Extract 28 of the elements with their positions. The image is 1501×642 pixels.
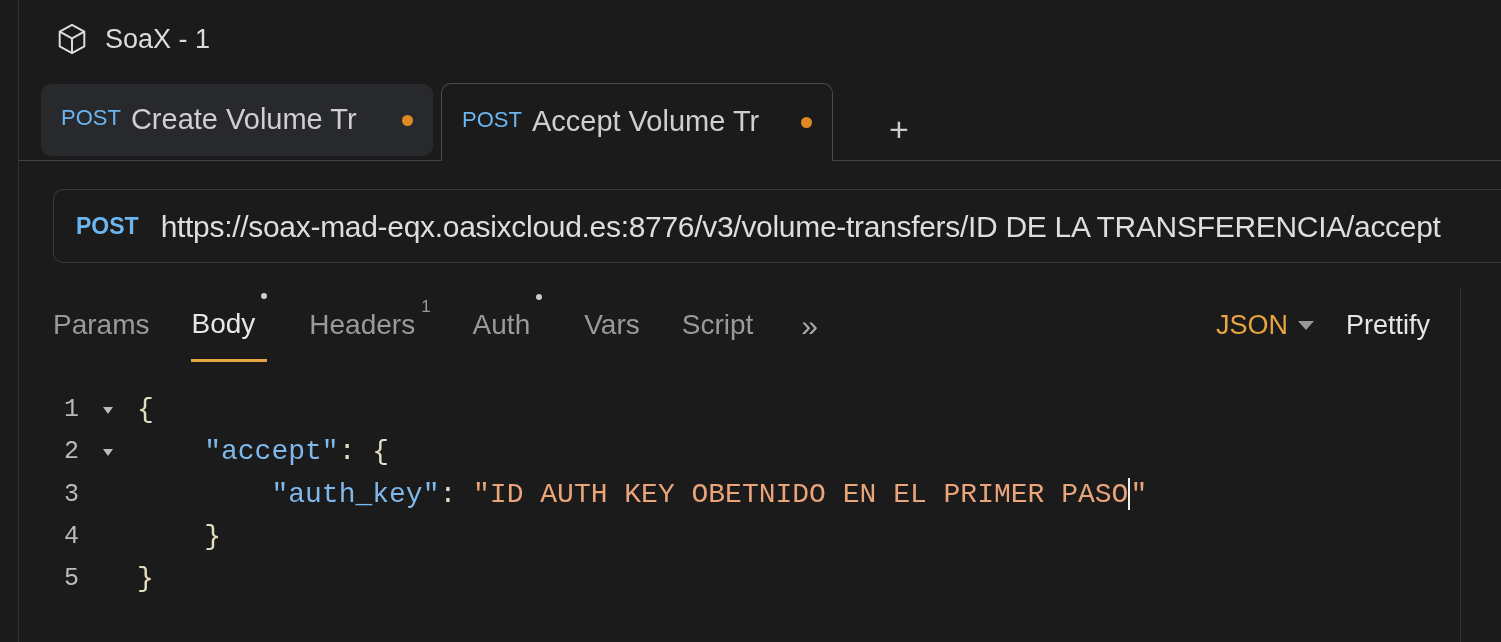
- code-line: {: [137, 393, 154, 427]
- section-tab[interactable]: Params: [53, 290, 172, 360]
- line-number: 5: [63, 563, 79, 596]
- section-tab[interactable]: Auth: [472, 290, 565, 360]
- prettify-button[interactable]: Prettify: [1339, 303, 1436, 347]
- code-line: }: [137, 562, 154, 597]
- url-bar[interactable]: POST https://soax-mad-eqx.oasixcloud.es:8776/v3/volume-transfers/ID DE LA TRANSFERENCIA/accept: [53, 189, 1501, 263]
- line-number: 1: [63, 394, 79, 426]
- fold-icon[interactable]: [103, 406, 113, 414]
- request-tab[interactable]: POST Create Volume Tr: [41, 84, 433, 156]
- collection-title: SoaX - 1: [105, 22, 211, 56]
- line-number: 3: [63, 478, 79, 511]
- section-tab[interactable]: Body: [191, 288, 268, 362]
- code-line: "accept": {: [203, 435, 390, 470]
- caret-icon: [1297, 320, 1314, 330]
- cube-icon: [57, 23, 87, 55]
- body-mode-dropdown[interactable]: JSON: [1209, 303, 1320, 347]
- code-line: "auth_key": "ID AUTH KEY OBETNIDO EN EL PRIMER PASO": [270, 477, 1148, 513]
- line-number: 4: [63, 520, 79, 553]
- section-tab[interactable]: Script: [681, 290, 776, 360]
- fold-icon[interactable]: [103, 448, 113, 456]
- section-tab[interactable]: Headers $^{1}$: [309, 290, 453, 360]
- section-tab[interactable]: Vars: [584, 290, 662, 360]
- new-tab-button[interactable]: +: [881, 112, 917, 146]
- code-line: }: [203, 519, 221, 554]
- line-number: 2: [63, 436, 79, 469]
- request-tab[interactable]: POST Accept Volume Tr: [441, 83, 833, 161]
- more-tabs-button[interactable]: »: [795, 302, 824, 348]
